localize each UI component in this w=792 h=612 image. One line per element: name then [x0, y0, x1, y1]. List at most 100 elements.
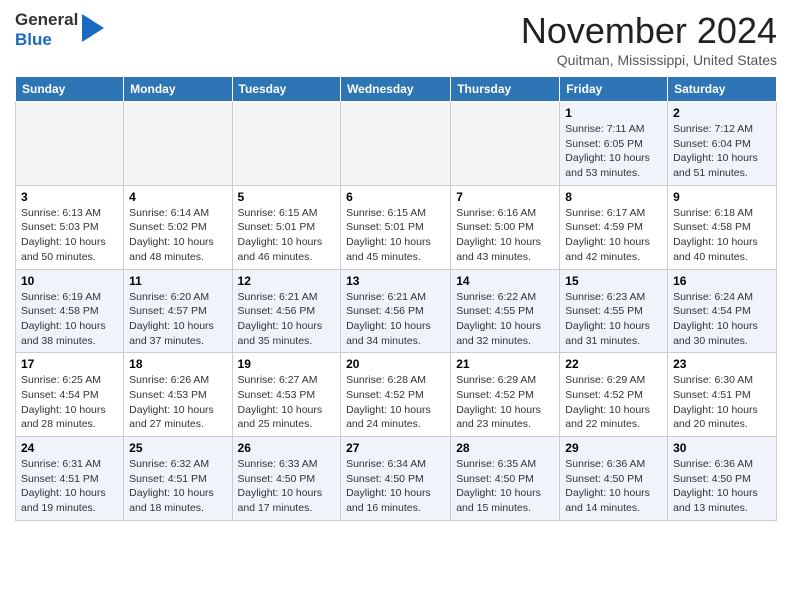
month-title: November 2024 — [521, 10, 777, 52]
day-number: 14 — [456, 274, 554, 288]
calendar-cell: 1 Sunrise: 7:11 AM Sunset: 6:05 PM Daylig… — [560, 102, 668, 186]
calendar-header-thursday: Thursday — [451, 77, 560, 102]
calendar-cell — [341, 102, 451, 186]
day-info: Sunrise: 6:16 AM Sunset: 5:00 PM Dayligh… — [456, 206, 554, 265]
day-info: Sunrise: 7:11 AM Sunset: 6:05 PM Dayligh… — [565, 122, 662, 181]
location: Quitman, Mississippi, United States — [521, 52, 777, 68]
day-info: Sunrise: 6:13 AM Sunset: 5:03 PM Dayligh… — [21, 206, 118, 265]
calendar-cell: 11 Sunrise: 6:20 AM Sunset: 4:57 PM Dayli… — [124, 269, 232, 353]
calendar-cell: 20Sunrise: 6:28 AM Sunset: 4:52 PM Dayli… — [341, 353, 451, 437]
day-info: Sunrise: 6:30 AM Sunset: 4:51 PM Dayligh… — [673, 373, 771, 432]
day-info: Sunrise: 6:29 AM Sunset: 4:52 PM Dayligh… — [456, 373, 554, 432]
calendar-header-tuesday: Tuesday — [232, 77, 341, 102]
day-info: Sunrise: 6:23 AM Sunset: 4:55 PM Dayligh… — [565, 290, 662, 349]
day-info: Sunrise: 7:12 AM Sunset: 6:04 PM Dayligh… — [673, 122, 771, 181]
calendar-week-row: 24 Sunrise: 6:31 AM Sunset: 4:51 PM Dayli… — [16, 437, 777, 521]
day-info: Sunrise: 6:29 AM Sunset: 4:52 PM Dayligh… — [565, 373, 662, 432]
day-number: 11 — [129, 274, 226, 288]
day-info: Sunrise: 6:15 AM Sunset: 5:01 PM Dayligh… — [238, 206, 336, 265]
day-number: 27 — [346, 441, 445, 455]
day-number: 7 — [456, 190, 554, 204]
calendar-header-friday: Friday — [560, 77, 668, 102]
day-info: Sunrise: 6:36 AM Sunset: 4:50 PM Dayligh… — [673, 457, 771, 516]
calendar-cell: 17Sunrise: 6:25 AM Sunset: 4:54 PM Dayli… — [16, 353, 124, 437]
day-info: Sunrise: 6:31 AM Sunset: 4:51 PM Dayligh… — [21, 457, 118, 516]
calendar-cell: 29 Sunrise: 6:36 AM Sunset: 4:50 PM Dayli… — [560, 437, 668, 521]
calendar-cell: 18 Sunrise: 6:26 AM Sunset: 4:53 PM Dayli… — [124, 353, 232, 437]
calendar-cell: 22 Sunrise: 6:29 AM Sunset: 4:52 PM Dayli… — [560, 353, 668, 437]
calendar-cell: 25 Sunrise: 6:32 AM Sunset: 4:51 PM Dayli… — [124, 437, 232, 521]
day-info: Sunrise: 6:17 AM Sunset: 4:59 PM Dayligh… — [565, 206, 662, 265]
day-number: 13 — [346, 274, 445, 288]
day-info: Sunrise: 6:33 AM Sunset: 4:50 PM Dayligh… — [238, 457, 336, 516]
day-number: 19 — [238, 357, 336, 371]
day-info: Sunrise: 6:36 AM Sunset: 4:50 PM Dayligh… — [565, 457, 662, 516]
calendar-cell: 19 Sunrise: 6:27 AM Sunset: 4:53 PM Dayli… — [232, 353, 341, 437]
day-info: Sunrise: 6:19 AM Sunset: 4:58 PM Dayligh… — [21, 290, 118, 349]
day-info: Sunrise: 6:27 AM Sunset: 4:53 PM Dayligh… — [238, 373, 336, 432]
day-number: 12 — [238, 274, 336, 288]
day-number: 3 — [21, 190, 118, 204]
logo-general: General — [15, 10, 78, 30]
calendar-cell: 6Sunrise: 6:15 AM Sunset: 5:01 PM Daylig… — [341, 185, 451, 269]
day-number: 26 — [238, 441, 336, 455]
header: General Blue November 2024 Quitman, Miss… — [15, 10, 777, 68]
calendar-cell: 23 Sunrise: 6:30 AM Sunset: 4:51 PM Dayli… — [668, 353, 777, 437]
day-number: 15 — [565, 274, 662, 288]
calendar-cell: 5 Sunrise: 6:15 AM Sunset: 5:01 PM Daylig… — [232, 185, 341, 269]
calendar-cell: 30 Sunrise: 6:36 AM Sunset: 4:50 PM Dayli… — [668, 437, 777, 521]
day-info: Sunrise: 6:24 AM Sunset: 4:54 PM Dayligh… — [673, 290, 771, 349]
calendar-cell: 7 Sunrise: 6:16 AM Sunset: 5:00 PM Daylig… — [451, 185, 560, 269]
day-info: Sunrise: 6:15 AM Sunset: 5:01 PM Dayligh… — [346, 206, 445, 265]
day-number: 22 — [565, 357, 662, 371]
day-number: 21 — [456, 357, 554, 371]
calendar-week-row: 1 Sunrise: 7:11 AM Sunset: 6:05 PM Daylig… — [16, 102, 777, 186]
calendar-cell: 10 Sunrise: 6:19 AM Sunset: 4:58 PM Dayli… — [16, 269, 124, 353]
calendar-cell: 2Sunrise: 7:12 AM Sunset: 6:04 PM Daylig… — [668, 102, 777, 186]
day-number: 5 — [238, 190, 336, 204]
calendar-cell: 14 Sunrise: 6:22 AM Sunset: 4:55 PM Dayli… — [451, 269, 560, 353]
day-number: 1 — [565, 106, 662, 120]
day-number: 24 — [21, 441, 118, 455]
day-info: Sunrise: 6:20 AM Sunset: 4:57 PM Dayligh… — [129, 290, 226, 349]
calendar-cell: 9Sunrise: 6:18 AM Sunset: 4:58 PM Daylig… — [668, 185, 777, 269]
calendar-cell — [124, 102, 232, 186]
calendar: SundayMondayTuesdayWednesdayThursdayFrid… — [15, 76, 777, 521]
calendar-cell: 8 Sunrise: 6:17 AM Sunset: 4:59 PM Daylig… — [560, 185, 668, 269]
calendar-week-row: 3 Sunrise: 6:13 AM Sunset: 5:03 PM Daylig… — [16, 185, 777, 269]
day-info: Sunrise: 6:26 AM Sunset: 4:53 PM Dayligh… — [129, 373, 226, 432]
day-number: 29 — [565, 441, 662, 455]
day-number: 25 — [129, 441, 226, 455]
calendar-cell — [16, 102, 124, 186]
calendar-header-wednesday: Wednesday — [341, 77, 451, 102]
calendar-header-row: SundayMondayTuesdayWednesdayThursdayFrid… — [16, 77, 777, 102]
calendar-cell — [451, 102, 560, 186]
day-number: 17 — [21, 357, 118, 371]
calendar-cell: 3 Sunrise: 6:13 AM Sunset: 5:03 PM Daylig… — [16, 185, 124, 269]
logo-arrow-icon — [82, 14, 104, 47]
title-section: November 2024 Quitman, Mississippi, Unit… — [521, 10, 777, 68]
day-info: Sunrise: 6:22 AM Sunset: 4:55 PM Dayligh… — [456, 290, 554, 349]
day-number: 18 — [129, 357, 226, 371]
calendar-week-row: 17Sunrise: 6:25 AM Sunset: 4:54 PM Dayli… — [16, 353, 777, 437]
logo-blue: Blue — [15, 30, 78, 50]
day-number: 10 — [21, 274, 118, 288]
day-info: Sunrise: 6:35 AM Sunset: 4:50 PM Dayligh… — [456, 457, 554, 516]
calendar-cell — [232, 102, 341, 186]
day-info: Sunrise: 6:34 AM Sunset: 4:50 PM Dayligh… — [346, 457, 445, 516]
calendar-header-sunday: Sunday — [16, 77, 124, 102]
logo: General Blue — [15, 10, 104, 49]
calendar-cell: 12Sunrise: 6:21 AM Sunset: 4:56 PM Dayli… — [232, 269, 341, 353]
day-info: Sunrise: 6:14 AM Sunset: 5:02 PM Dayligh… — [129, 206, 226, 265]
calendar-cell: 16Sunrise: 6:24 AM Sunset: 4:54 PM Dayli… — [668, 269, 777, 353]
calendar-cell: 4 Sunrise: 6:14 AM Sunset: 5:02 PM Daylig… — [124, 185, 232, 269]
day-info: Sunrise: 6:32 AM Sunset: 4:51 PM Dayligh… — [129, 457, 226, 516]
day-number: 23 — [673, 357, 771, 371]
calendar-cell: 21 Sunrise: 6:29 AM Sunset: 4:52 PM Dayli… — [451, 353, 560, 437]
day-number: 4 — [129, 190, 226, 204]
calendar-week-row: 10 Sunrise: 6:19 AM Sunset: 4:58 PM Dayli… — [16, 269, 777, 353]
day-number: 30 — [673, 441, 771, 455]
calendar-cell: 13Sunrise: 6:21 AM Sunset: 4:56 PM Dayli… — [341, 269, 451, 353]
day-number: 8 — [565, 190, 662, 204]
day-info: Sunrise: 6:28 AM Sunset: 4:52 PM Dayligh… — [346, 373, 445, 432]
